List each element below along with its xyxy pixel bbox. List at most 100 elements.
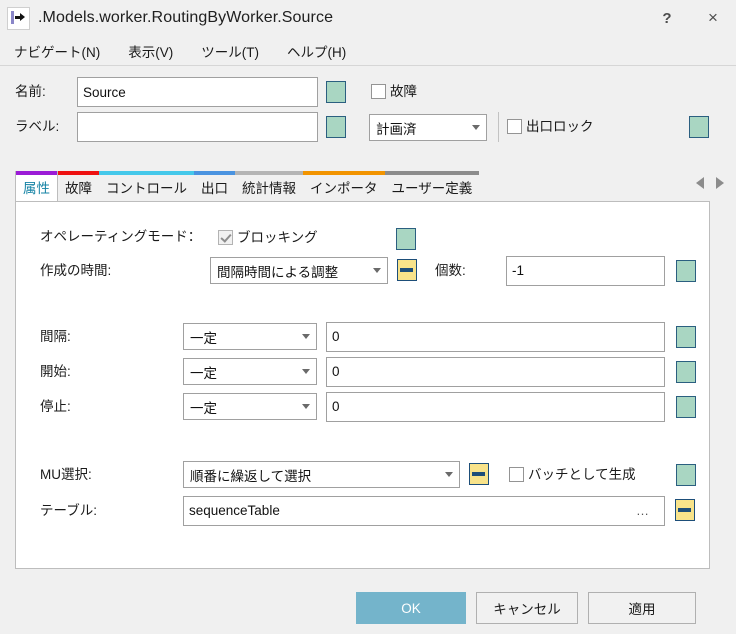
quantity-label: 個数: xyxy=(435,263,466,278)
tab-importer-label: インポータ xyxy=(310,180,378,196)
plan-status-combo-value: 計画済 xyxy=(376,121,417,137)
creation-time-script-icon[interactable] xyxy=(397,259,417,281)
creation-time-row: 作成の時間: 間隔時間による調整 個数: -1 xyxy=(16,256,709,286)
header-divider xyxy=(498,112,499,142)
mu-selection-label: MU選択: xyxy=(40,467,92,482)
help-icon[interactable]: ? xyxy=(644,0,690,36)
apply-button[interactable]: 適用 xyxy=(588,592,696,624)
tab-user-defined[interactable]: ユーザー定義 xyxy=(384,171,480,202)
tab-statistics[interactable]: 統計情報 xyxy=(235,171,303,202)
creation-time-combo-value: 間隔時間による調整 xyxy=(217,264,339,280)
window-title: .Models.worker.RoutingByWorker.Source xyxy=(38,9,334,26)
cancel-button[interactable]: キャンセル xyxy=(476,592,578,624)
name-color-swatch[interactable] xyxy=(326,81,346,103)
tab-controls-accent xyxy=(99,171,194,175)
tab-exit[interactable]: 出口 xyxy=(194,171,235,202)
name-row: 名前: 故障 xyxy=(0,77,736,107)
tab-controls-label: コントロール xyxy=(106,180,187,196)
stop-mode-value: 一定 xyxy=(190,400,217,416)
menu-item-navigate[interactable]: ナビゲート(N) xyxy=(14,41,100,61)
failure-checkbox-label: 故障 xyxy=(390,83,417,99)
tab-statistics-accent xyxy=(235,171,303,175)
batch-checkbox[interactable]: バッチとして生成 xyxy=(509,467,636,482)
stop-color-swatch[interactable] xyxy=(676,396,696,418)
label-row: ラベル: 計画済 出口ロック xyxy=(0,112,736,142)
stop-mode-combo[interactable]: 一定 xyxy=(183,393,317,420)
tab-controls[interactable]: コントロール xyxy=(99,171,194,202)
creation-time-label: 作成の時間: xyxy=(40,263,112,278)
tab-failure[interactable]: 故障 xyxy=(58,171,99,202)
start-label: 開始: xyxy=(40,364,71,379)
attributes-panel: オペレーティングモード： ブロッキング 作成の時間: 間隔時間による調整 個数:… xyxy=(15,201,710,569)
interval-mode-value: 一定 xyxy=(190,330,217,346)
ok-button[interactable]: OK xyxy=(356,592,466,624)
chevron-right-icon[interactable] xyxy=(716,177,724,189)
table-script-icon[interactable] xyxy=(675,499,695,521)
interval-label: 間隔: xyxy=(40,329,71,344)
tab-attributes[interactable]: 属性 xyxy=(15,171,58,202)
window-controls: ? × xyxy=(644,0,736,36)
stop-label: 停止: xyxy=(40,399,71,414)
chevron-down-icon[interactable] xyxy=(367,268,387,273)
tab-user-defined-accent xyxy=(384,171,480,175)
blocking-checkbox-label: ブロッキング xyxy=(237,229,318,245)
menu-item-tools[interactable]: ツール(T) xyxy=(201,41,259,61)
chevron-left-icon[interactable] xyxy=(696,177,704,189)
operating-mode-row: オペレーティングモード： ブロッキング xyxy=(16,226,709,252)
tab-statistics-label: 統計情報 xyxy=(242,180,296,196)
interval-row: 間隔: 一定 0 xyxy=(16,322,709,352)
menu-item-view[interactable]: 表示(V) xyxy=(128,41,173,61)
plan-status-combo[interactable]: 計画済 xyxy=(369,114,487,141)
tab-importer-accent xyxy=(303,171,385,175)
start-value-input[interactable]: 0 xyxy=(326,357,665,387)
chevron-down-icon[interactable] xyxy=(296,369,316,374)
name-label: 名前: xyxy=(15,84,46,99)
mu-selection-row: MU選択: 順番に繰返して選択 バッチとして生成 xyxy=(16,460,709,490)
label-input[interactable] xyxy=(77,112,318,142)
start-mode-combo[interactable]: 一定 xyxy=(183,358,317,385)
blocking-color-swatch[interactable] xyxy=(396,228,416,250)
tab-strip: 属性 故障 コントロール 出口 統計情報 インポータ ユーザー定義 xyxy=(0,170,736,202)
start-color-swatch[interactable] xyxy=(676,361,696,383)
start-mode-value: 一定 xyxy=(190,365,217,381)
mu-selection-script-icon[interactable] xyxy=(469,463,489,485)
failure-checkbox-box[interactable] xyxy=(371,84,386,99)
header-form: 名前: 故障 ラベル: 計画済 出口ロック xyxy=(0,66,736,149)
interval-color-swatch[interactable] xyxy=(676,326,696,348)
batch-color-swatch[interactable] xyxy=(676,464,696,486)
tab-nav xyxy=(696,177,724,189)
button-bar: OK キャンセル 適用 xyxy=(0,590,736,634)
exit-lock-checkbox-box[interactable] xyxy=(507,119,522,134)
table-input[interactable]: sequenceTable xyxy=(183,496,665,526)
batch-checkbox-box[interactable] xyxy=(509,467,524,482)
menu-item-help[interactable]: ヘルプ(H) xyxy=(287,41,346,61)
quantity-color-swatch[interactable] xyxy=(676,260,696,282)
stop-value-input[interactable]: 0 xyxy=(326,392,665,422)
interval-mode-combo[interactable]: 一定 xyxy=(183,323,317,350)
table-browse-button[interactable]: … xyxy=(636,496,649,526)
exit-lock-checkbox[interactable]: 出口ロック xyxy=(507,119,594,134)
label-color-swatch[interactable] xyxy=(326,116,346,138)
tab-list: 属性 故障 コントロール 出口 統計情報 インポータ ユーザー定義 xyxy=(15,170,480,202)
blocking-checkbox-box[interactable] xyxy=(218,230,233,245)
blocking-checkbox[interactable]: ブロッキング xyxy=(218,230,318,245)
batch-checkbox-label: バッチとして生成 xyxy=(528,466,636,482)
tab-attributes-label: 属性 xyxy=(23,180,50,196)
tab-importer[interactable]: インポータ xyxy=(303,171,385,202)
interval-value-input[interactable]: 0 xyxy=(326,322,665,352)
exit-lock-color-swatch[interactable] xyxy=(689,116,709,138)
chevron-down-icon[interactable] xyxy=(296,404,316,409)
source-arrow-icon xyxy=(7,6,30,30)
chevron-down-icon[interactable] xyxy=(296,334,316,339)
creation-time-combo[interactable]: 間隔時間による調整 xyxy=(210,257,388,284)
chevron-down-icon[interactable] xyxy=(439,472,459,477)
mu-selection-combo[interactable]: 順番に繰返して選択 xyxy=(183,461,460,488)
quantity-input[interactable]: -1 xyxy=(506,256,665,286)
start-row: 開始: 一定 0 xyxy=(16,357,709,387)
exit-lock-checkbox-label: 出口ロック xyxy=(526,118,594,134)
chevron-down-icon[interactable] xyxy=(466,125,486,130)
name-input[interactable] xyxy=(77,77,318,107)
failure-checkbox[interactable]: 故障 xyxy=(371,84,417,99)
tab-attributes-accent xyxy=(16,171,57,175)
close-icon[interactable]: × xyxy=(690,0,736,36)
